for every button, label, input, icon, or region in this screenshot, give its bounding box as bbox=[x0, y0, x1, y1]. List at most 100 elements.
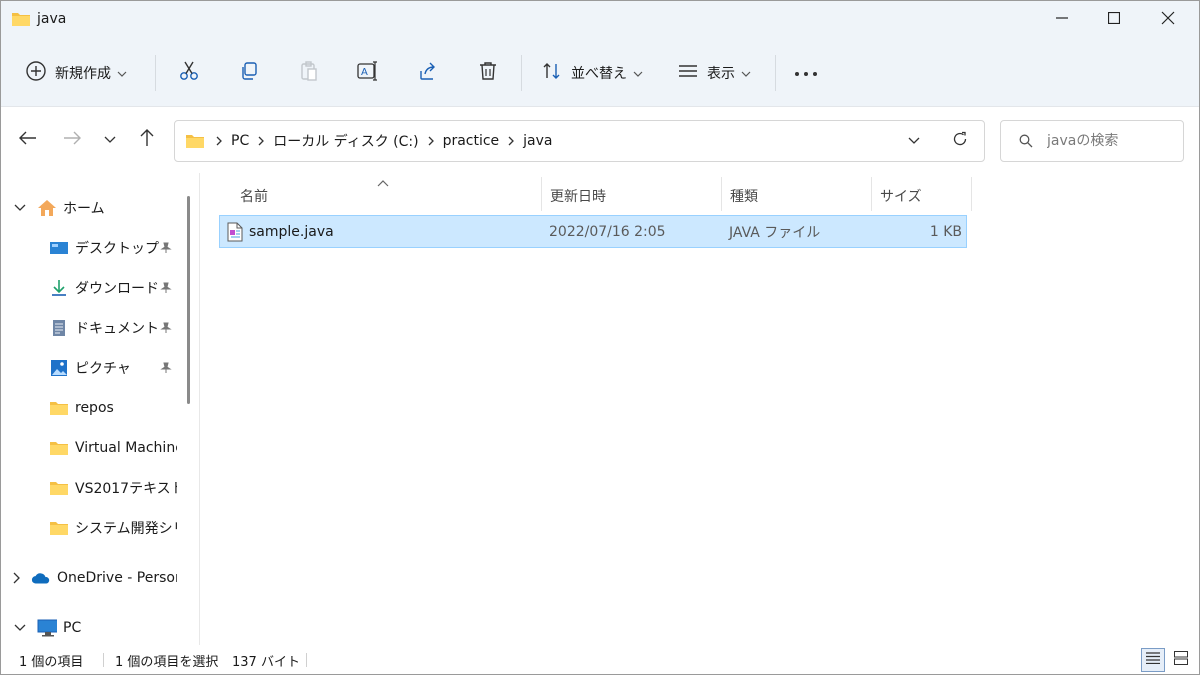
address-bar[interactable]: PC ローカル ディスク (C:) practice java bbox=[174, 120, 985, 162]
breadcrumb: PC ローカル ディスク (C:) practice java bbox=[213, 121, 559, 161]
sidebar-item-label: PC bbox=[63, 620, 82, 636]
more-button[interactable] bbox=[792, 59, 820, 87]
chevron-right-icon bbox=[505, 136, 517, 146]
breadcrumb-java[interactable]: java bbox=[517, 133, 558, 149]
sidebar-scrollbar[interactable] bbox=[187, 196, 190, 404]
window-title: java bbox=[37, 11, 67, 27]
status-divider bbox=[103, 653, 104, 667]
paste-button[interactable] bbox=[295, 59, 323, 87]
status-bar: 1 個の項目 1 個の項目を選択 137 バイト bbox=[1, 645, 1199, 674]
refresh-icon bbox=[952, 131, 968, 151]
svg-text:A: A bbox=[361, 67, 368, 78]
sidebar-item-pc[interactable]: PC bbox=[13, 610, 81, 645]
sidebar-item-home[interactable]: ホーム bbox=[13, 190, 105, 226]
toolbar-divider bbox=[775, 55, 776, 91]
cut-icon bbox=[178, 60, 200, 86]
cut-button[interactable] bbox=[175, 59, 203, 87]
sort-ascending-icon bbox=[377, 175, 389, 191]
folder-icon bbox=[11, 11, 31, 27]
share-button[interactable] bbox=[414, 59, 442, 87]
chevron-down-icon bbox=[117, 65, 127, 81]
chevron-down-icon bbox=[908, 133, 920, 149]
search-icon bbox=[1019, 134, 1033, 152]
sidebar-item-desktop[interactable]: デスクトップ bbox=[49, 230, 159, 266]
sidebar-item-downloads[interactable]: ダウンロード bbox=[49, 270, 159, 306]
chevron-right-icon bbox=[213, 136, 225, 146]
sidebar-item-label: repos bbox=[75, 400, 114, 416]
sidebar-item-system-dev[interactable]: システム開発シリ bbox=[49, 510, 177, 546]
chevron-down-icon[interactable] bbox=[13, 201, 27, 215]
forward-button[interactable] bbox=[61, 129, 83, 151]
tiles-view-button[interactable] bbox=[1169, 648, 1193, 672]
paste-icon bbox=[298, 60, 320, 86]
refresh-button[interactable] bbox=[949, 130, 971, 152]
column-divider[interactable] bbox=[971, 177, 972, 211]
sidebar-item-label: VS2017テキストで bbox=[75, 481, 177, 497]
details-view-icon bbox=[1146, 652, 1160, 668]
column-header-date[interactable]: 更新日時 bbox=[550, 179, 606, 213]
column-header-type[interactable]: 種類 bbox=[730, 179, 758, 213]
tiles-view-icon bbox=[1174, 651, 1188, 669]
column-divider[interactable] bbox=[871, 177, 872, 211]
column-header-size[interactable]: サイズ bbox=[880, 179, 922, 213]
copy-button[interactable] bbox=[235, 59, 263, 87]
up-button[interactable] bbox=[136, 129, 158, 151]
chevron-right-icon bbox=[255, 136, 267, 146]
search-box[interactable] bbox=[1000, 120, 1184, 162]
sidebar-item-onedrive[interactable]: OneDrive - Personal bbox=[13, 560, 177, 596]
status-bytes: 137 バイト bbox=[232, 655, 300, 670]
recent-locations-button[interactable] bbox=[99, 129, 121, 151]
details-view-button[interactable] bbox=[1141, 648, 1165, 672]
column-header-name[interactable]: 名前 bbox=[240, 179, 268, 213]
plus-circle-icon bbox=[25, 60, 47, 86]
chevron-right-icon bbox=[425, 136, 437, 146]
toolbar-divider bbox=[155, 55, 156, 91]
chevron-down-icon[interactable] bbox=[13, 621, 27, 635]
sidebar-item-pictures[interactable]: ピクチャ bbox=[49, 350, 131, 386]
sidebar-item-vs2017[interactable]: VS2017テキストで bbox=[49, 470, 177, 506]
pin-icon bbox=[159, 321, 173, 335]
java-file-icon bbox=[226, 216, 244, 247]
document-icon bbox=[49, 319, 69, 337]
title-bar: java bbox=[1, 1, 1199, 39]
picture-icon bbox=[49, 359, 69, 377]
file-explorer-window: java 新規作成 A 並べ替え 表示 PC ローカル ディスク (C:) pr… bbox=[0, 0, 1200, 675]
search-input[interactable] bbox=[1047, 131, 1177, 151]
sidebar-item-label: Virtual Machines bbox=[75, 440, 177, 456]
rename-icon: A bbox=[356, 60, 380, 86]
minimize-button[interactable] bbox=[1037, 1, 1087, 39]
delete-button[interactable] bbox=[474, 59, 502, 87]
column-divider[interactable] bbox=[541, 177, 542, 211]
address-history-button[interactable] bbox=[903, 130, 925, 152]
back-button[interactable] bbox=[17, 129, 39, 151]
column-divider[interactable] bbox=[721, 177, 722, 211]
navigation-row: PC ローカル ディスク (C:) practice java bbox=[1, 107, 1199, 173]
close-button[interactable] bbox=[1143, 1, 1193, 39]
breadcrumb-pc[interactable]: PC bbox=[225, 133, 255, 149]
file-list: 名前 更新日時 種類 サイズ sample.java 2022/07/16 2:… bbox=[200, 173, 1199, 645]
file-row[interactable]: sample.java 2022/07/16 2:05 JAVA ファイル 1 … bbox=[219, 215, 967, 248]
sidebar-item-virtual-machines[interactable]: Virtual Machines bbox=[49, 430, 177, 466]
sidebar-item-label: ダウンロード bbox=[75, 281, 159, 297]
folder-icon bbox=[49, 519, 69, 537]
copy-icon bbox=[238, 60, 260, 86]
more-icon bbox=[794, 65, 818, 81]
arrow-right-icon bbox=[63, 131, 81, 149]
chevron-down-icon bbox=[104, 132, 116, 148]
view-list-icon bbox=[677, 60, 699, 86]
status-divider bbox=[306, 653, 307, 667]
breadcrumb-practice[interactable]: practice bbox=[437, 133, 506, 149]
sort-button[interactable]: 並べ替え bbox=[541, 39, 643, 107]
sidebar-item-documents[interactable]: ドキュメント bbox=[49, 310, 159, 346]
maximize-button[interactable] bbox=[1089, 1, 1139, 39]
view-button[interactable]: 表示 bbox=[677, 39, 751, 107]
sidebar-item-repos[interactable]: repos bbox=[49, 390, 114, 426]
rename-button[interactable]: A bbox=[354, 59, 382, 87]
file-type: JAVA ファイル bbox=[729, 224, 821, 241]
folder-icon bbox=[49, 479, 69, 497]
breadcrumb-local-disk[interactable]: ローカル ディスク (C:) bbox=[267, 131, 424, 151]
sidebar-item-label: ピクチャ bbox=[75, 361, 131, 377]
chevron-right-icon[interactable] bbox=[13, 571, 21, 585]
new-button[interactable]: 新規作成 bbox=[25, 39, 127, 107]
arrow-up-icon bbox=[140, 129, 154, 151]
